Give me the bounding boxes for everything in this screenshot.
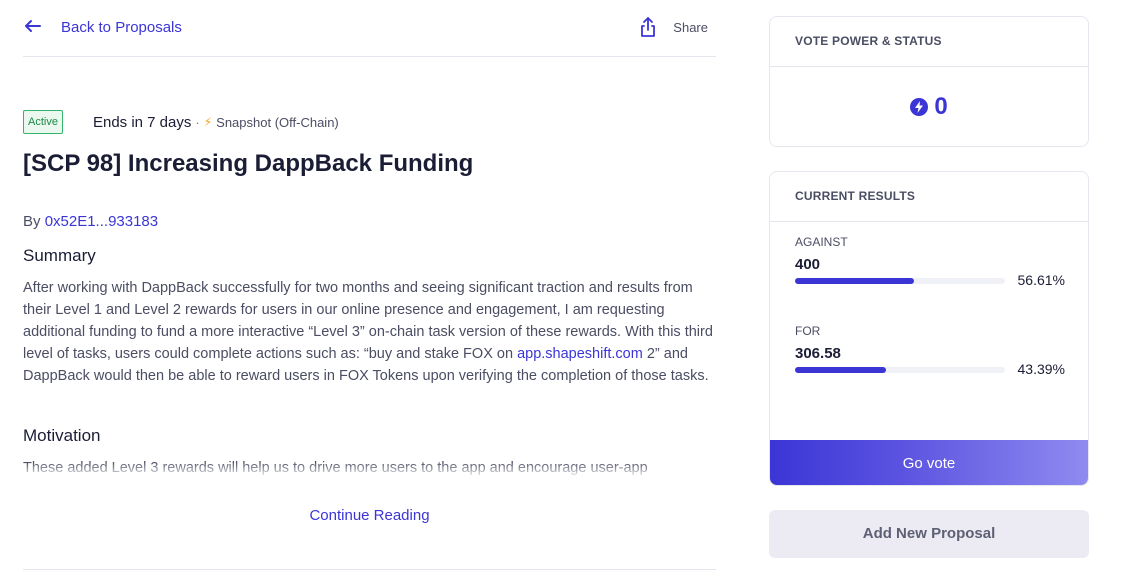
meta-separator: · (195, 114, 200, 130)
divider (23, 569, 716, 570)
share-button[interactable]: Share (639, 16, 708, 38)
result-value: 400 (795, 256, 821, 273)
share-label: Share (673, 19, 708, 35)
continue-reading-link[interactable]: Continue Reading (23, 507, 716, 524)
back-label: Back to Proposals (61, 19, 182, 36)
vote-power-value: 0 (770, 93, 1088, 121)
vote-power-card: VOTE POWER & STATUS 0 (769, 16, 1089, 147)
results-heading: CURRENT RESULTS (770, 172, 1088, 222)
lightning-icon: ⚡ (203, 115, 213, 129)
result-label: FOR (795, 324, 821, 338)
vote-power-number: 0 (934, 93, 948, 120)
lightning-circle-icon (910, 98, 929, 116)
snapshot-source: Snapshot (Off-Chain) (216, 114, 339, 130)
proposal-column: Back to Proposals Share Active Ends in 7… (23, 0, 716, 586)
result-for: FOR 306.58 43.39% (795, 324, 1065, 377)
progress-fill (795, 278, 914, 284)
result-value: 306.58 (795, 345, 841, 362)
ends-text: Ends in 7 days (92, 113, 192, 131)
summary-paragraph: After working with DappBack successfully… (23, 277, 716, 387)
share-upload-icon (641, 17, 656, 37)
result-label: AGAINST (795, 235, 848, 249)
go-vote-button[interactable]: Go vote (770, 440, 1088, 485)
author-address-link[interactable]: 0x52E1...933183 (45, 213, 158, 230)
progress-track (795, 367, 1005, 373)
by-prefix: By (23, 213, 41, 230)
arrow-left-icon (25, 20, 41, 32)
page-title: [SCP 98] Increasing DappBack Funding (23, 150, 474, 177)
progress-fill (795, 367, 887, 373)
status-badge: Active (23, 110, 63, 134)
motivation-heading: Motivation (23, 426, 101, 445)
shapeshift-link[interactable]: app.shapeshift.com (517, 346, 643, 362)
vote-power-heading: VOTE POWER & STATUS (770, 17, 1088, 67)
text-fade-overlay (23, 462, 716, 478)
result-against: AGAINST 400 56.61% (795, 235, 1065, 288)
result-percent: 43.39% (1017, 361, 1065, 377)
back-to-proposals-link[interactable]: Back to Proposals (23, 16, 182, 36)
top-bar: Back to Proposals Share (23, 0, 716, 57)
result-percent: 56.61% (1017, 272, 1065, 288)
current-results-card: CURRENT RESULTS AGAINST 400 56.61% FOR 3… (769, 171, 1089, 486)
summary-link-suffix: 2 (642, 346, 655, 362)
summary-heading: Summary (23, 246, 96, 265)
proposal-meta: Active Ends in 7 days · ⚡ Snapshot (Off-… (23, 110, 339, 134)
add-new-proposal-button[interactable]: Add New Proposal (769, 510, 1089, 558)
progress-track (795, 278, 1005, 284)
byline: By 0x52E1...933183 (23, 213, 158, 230)
